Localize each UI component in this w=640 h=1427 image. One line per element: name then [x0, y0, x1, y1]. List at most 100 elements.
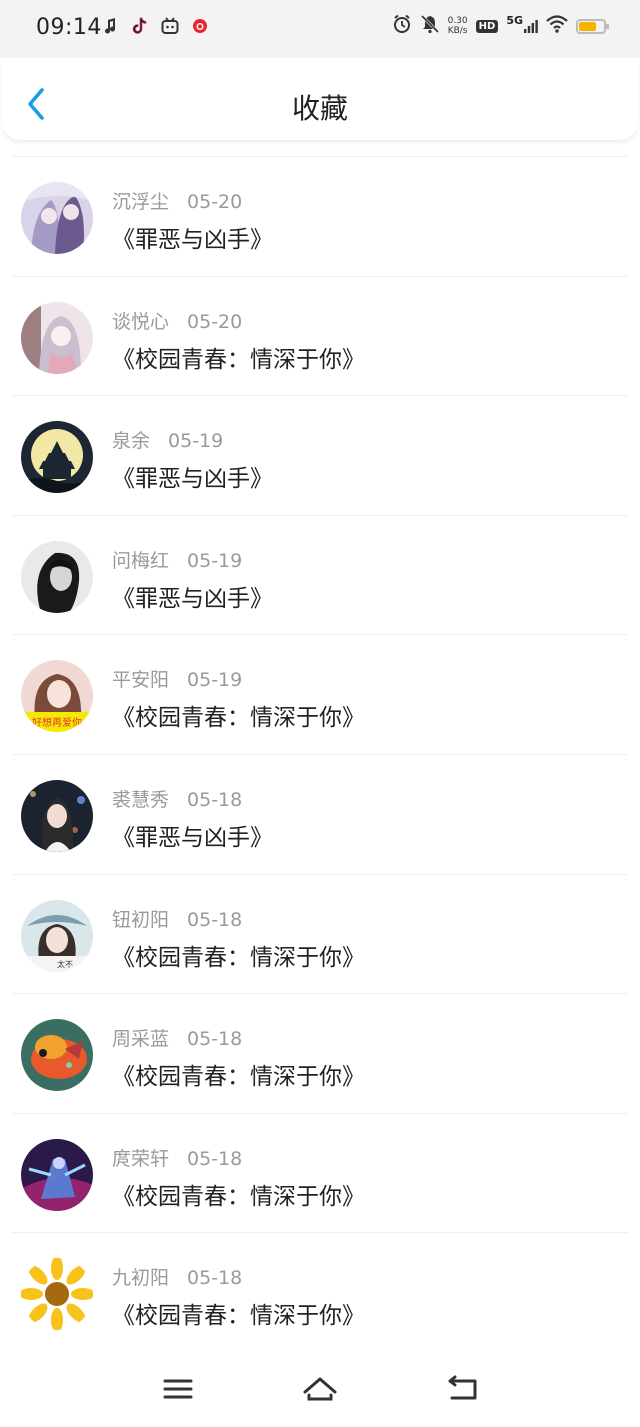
item-date: 05-19 [187, 549, 243, 572]
list-item[interactable]: 周采蓝 05-18 《校园青春：情深于你》 [0, 977, 640, 1097]
avatar-caption: 好想再爱你 [32, 716, 82, 729]
list-item[interactable]: 沉浮尘 05-20 《罪恶与凶手》 [0, 140, 640, 260]
bw-woman-avatar [21, 540, 93, 613]
anime-girls-avatar [21, 182, 93, 254]
divider [12, 1232, 628, 1234]
pagoda-moon-avatar [21, 421, 93, 494]
signal-icon: 5G [506, 14, 538, 33]
book-title[interactable]: 《罪恶与凶手》 [112, 579, 273, 613]
avatar[interactable]: 好想再爱你 [21, 660, 93, 733]
list-item[interactable]: 庹荣轩 05-18 《校园青春：情深于你》 [0, 1097, 640, 1217]
item-date: 05-18 [187, 1147, 243, 1170]
avatar[interactable] [21, 779, 93, 852]
divider [12, 993, 628, 995]
item-meta: 九初阳 05-18 [112, 1263, 242, 1290]
anime-girl-avatar [21, 301, 93, 374]
book-title[interactable]: 《罪恶与凶手》 [112, 220, 273, 254]
book-title[interactable]: 《罪恶与凶手》 [112, 459, 273, 493]
favorites-list: 沉浮尘 05-20 《罪恶与凶手》 谈悦心 05-20 《校园青春：情深于你》 [0, 140, 640, 1336]
sunflower-avatar [21, 1258, 93, 1331]
item-meta: 沉浮尘 05-20 [112, 187, 242, 214]
status-notification-icons [100, 16, 210, 36]
netease-music-icon [190, 16, 210, 36]
net-speed: 0.30 KB/s [448, 16, 468, 36]
hd-badge: HD [475, 19, 499, 33]
item-meta: 钮初阳 05-18 [112, 905, 242, 932]
book-title[interactable]: 《校园青春：情深于你》 [112, 938, 365, 972]
list-item[interactable]: 谈悦心 05-20 《校园青春：情深于你》 [0, 260, 640, 380]
divider [12, 1112, 628, 1114]
divider [12, 275, 628, 277]
book-title[interactable]: 《校园青春：情深于你》 [112, 1057, 365, 1091]
book-title[interactable]: 《校园青春：情深于你》 [112, 1177, 365, 1211]
user-name: 沉浮尘 [112, 191, 170, 213]
item-date: 05-18 [187, 1267, 243, 1290]
user-name: 谈悦心 [112, 310, 170, 333]
item-meta: 问梅红 05-19 [112, 546, 242, 573]
list-item[interactable]: 太不 钮初阳 05-18 《校园青春：情深于你》 [0, 858, 640, 978]
avatar[interactable] [21, 182, 93, 254]
woman-hat-avatar: 太不 [21, 899, 93, 972]
user-name: 钮初阳 [112, 908, 170, 931]
app-bar: 收藏 [2, 58, 638, 141]
home-button[interactable] [300, 1372, 340, 1406]
book-title[interactable]: 《校园青春：情深于你》 [112, 698, 365, 732]
avatar[interactable]: 太不 [21, 899, 93, 972]
list-item[interactable]: 裘慧秀 05-18 《罪恶与凶手》 [0, 738, 640, 858]
item-meta: 平安阳 05-19 [112, 665, 242, 692]
divider [12, 753, 628, 755]
net-speed-unit: KB/s [447, 26, 468, 36]
user-name: 平安阳 [112, 669, 170, 692]
net-speed-value: 0.30 [447, 16, 468, 26]
back-icon [448, 1375, 477, 1400]
user-name: 庹荣轩 [112, 1147, 170, 1170]
music-app-icon [100, 16, 120, 36]
item-date: 05-18 [187, 1028, 243, 1051]
battery-icon [576, 18, 609, 34]
item-meta: 庹荣轩 05-18 [112, 1144, 242, 1171]
item-date: 05-18 [187, 788, 243, 811]
menu-button[interactable] [158, 1372, 198, 1406]
home-icon [303, 1377, 337, 1401]
divider [12, 156, 628, 157]
avatar[interactable] [21, 1138, 93, 1211]
system-nav-bar [0, 1350, 640, 1427]
battery-level-fill [579, 21, 597, 31]
avatar[interactable] [21, 1019, 93, 1092]
user-name: 问梅红 [112, 549, 170, 572]
avatar[interactable] [21, 540, 93, 613]
item-date: 05-19 [187, 669, 243, 692]
list-item[interactable]: 问梅红 05-19 《罪恶与凶手》 [0, 499, 640, 619]
book-title[interactable]: 《校园青春：情深于你》 [112, 1296, 365, 1330]
divider [12, 634, 628, 636]
list-item[interactable]: 九初阳 05-18 《校园青春：情深于你》 [0, 1216, 640, 1336]
item-date: 05-20 [187, 310, 243, 333]
game-character-avatar [21, 1138, 93, 1211]
divider [12, 514, 628, 516]
avatar[interactable] [21, 421, 93, 494]
network-type-label: 5G [506, 14, 523, 27]
book-title[interactable]: 《罪恶与凶手》 [112, 818, 273, 852]
status-time: 09:14 [36, 15, 102, 40]
item-date: 05-19 [168, 430, 224, 453]
alarm-icon [392, 14, 412, 38]
user-name: 九初阳 [112, 1267, 170, 1290]
status-bar: 09:14 0.30 KB/s HD 5G [0, 0, 640, 58]
wifi-icon [546, 15, 568, 37]
menu-icon [163, 1379, 193, 1399]
item-meta: 裘慧秀 05-18 [112, 785, 242, 812]
avatar[interactable] [21, 1258, 93, 1331]
tiktok-icon [130, 16, 150, 36]
book-title[interactable]: 《校园青春：情深于你》 [112, 340, 365, 374]
back-nav-button[interactable] [442, 1372, 482, 1406]
mute-icon [420, 14, 440, 38]
list-item[interactable]: 好想再爱你 平安阳 05-19 《校园青春：情深于你》 [0, 618, 640, 738]
list-item[interactable]: 泉余 05-19 《罪恶与凶手》 [0, 379, 640, 499]
item-date: 05-20 [187, 191, 243, 213]
user-name: 泉余 [112, 430, 151, 453]
divider [12, 873, 628, 875]
page-title: 收藏 [291, 92, 348, 125]
user-name: 周采蓝 [112, 1028, 170, 1051]
avatar[interactable] [21, 301, 93, 374]
user-name: 裘慧秀 [112, 788, 170, 811]
